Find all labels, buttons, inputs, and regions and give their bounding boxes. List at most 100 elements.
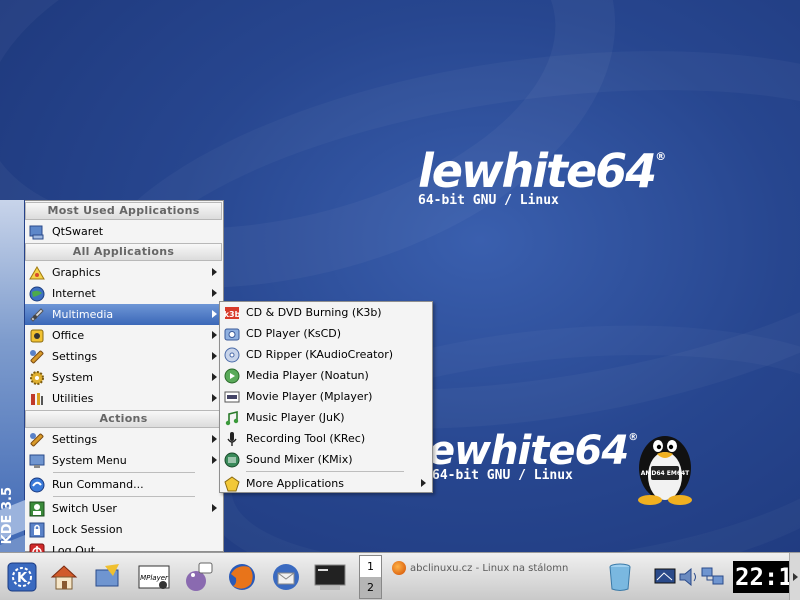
terminal-launcher[interactable] [314,561,346,593]
menu-header-most-used: Most Used Applications [25,202,222,220]
menu-item-office[interactable]: Office [25,325,223,346]
submenu-item-label: Recording Tool (KRec) [246,432,366,445]
menu-item-system[interactable]: System [25,367,223,388]
thunderbird-launcher[interactable] [270,561,302,593]
menu-item-settings[interactable]: Settings [25,346,223,367]
kmix-icon [223,451,240,468]
menu-item-label: Lock Session [52,523,123,536]
submenu-separator [246,471,404,472]
pidgin-launcher[interactable] [182,561,214,593]
pager-desktop-1[interactable]: 1 [360,556,381,577]
desktop-launcher[interactable] [92,561,124,593]
menu-item-utilities[interactable]: Utilities [25,388,223,409]
clock[interactable]: 22:1 [733,561,789,593]
krec-icon [223,430,240,447]
k3b-icon: k3b [223,304,240,321]
trash-applet[interactable] [604,561,636,593]
tux-penguin-icon: AMD64 EM64T [638,436,692,505]
menu-item-internet[interactable]: Internet [25,283,223,304]
submenu-item-juk[interactable]: Music Player (JuK) [220,407,432,428]
chevron-right-icon [212,435,217,443]
chevron-right-icon [212,504,217,512]
menu-item-label: System [52,371,94,384]
submenu-item-k3b[interactable]: k3b CD & DVD Burning (K3b) [220,302,432,323]
submenu-item-kmix[interactable]: Sound Mixer (KMix) [220,449,432,470]
firefox-favicon-icon [392,561,406,575]
chevron-right-icon [421,479,426,487]
submenu-item-kscd[interactable]: CD Player (KsCD) [220,323,432,344]
tux-badge: AMD64 EM64T [641,470,690,477]
trash-icon [609,563,631,591]
taskbar-window-button[interactable]: abclinuxu.cz - Linux na stálomn [392,557,592,579]
desktop-subtitle-top: 64-bit GNU / Linux [418,193,559,208]
menu-header-actions: Actions [25,410,222,428]
cd-ripper-icon [223,346,240,363]
kmenu: Most Used Applications QtSwaret All Appl… [25,200,224,558]
network-tray[interactable] [697,561,729,593]
kmenu-button[interactable]: K [6,561,38,593]
mplayer-launcher[interactable]: MPlayer [138,561,170,593]
run-command-icon [28,476,45,493]
system-menu-icon [28,452,45,469]
menu-item-label: Office [52,329,85,342]
lock-icon [28,521,45,538]
menu-item-system-menu[interactable]: System Menu [25,450,223,471]
submenu-item-label: CD Ripper (KAudioCreator) [246,348,394,361]
menu-item-action-settings[interactable]: Settings [25,429,223,450]
kde-logo-icon: K [7,562,37,592]
qtswaret-icon [28,223,45,240]
submenu-item-more-applications[interactable]: More Applications [220,473,432,494]
menu-item-graphics[interactable]: Graphics [25,262,223,283]
submenu-item-label: Movie Player (Mplayer) [246,390,373,403]
settings-wrench-icon [28,348,45,365]
mplayer-icon [223,388,240,405]
home-launcher[interactable] [48,561,80,593]
office-icon [28,327,45,344]
menu-item-label: Switch User [52,502,117,515]
menu-item-qtswaret[interactable]: QtSwaret [25,221,223,242]
taskbar-scroll-right-button[interactable] [789,553,800,600]
submenu-item-noatun[interactable]: Media Player (Noatun) [220,365,432,386]
chevron-right-icon [212,373,217,381]
submenu-item-label: More Applications [246,477,344,490]
multimedia-icon [28,306,45,323]
submenu-item-kaudiocreator[interactable]: CD Ripper (KAudioCreator) [220,344,432,365]
menu-item-multimedia[interactable]: Multimedia [25,304,223,325]
pager-desktop-2[interactable]: 2 [360,577,381,598]
menu-separator [53,472,195,473]
submenu-item-krec[interactable]: Recording Tool (KRec) [220,428,432,449]
show-desktop-icon [95,564,119,587]
network-icon [701,567,724,585]
chevron-right-icon [212,310,217,318]
taskbar-window-title: abclinuxu.cz - Linux na stálomn [410,562,569,574]
menu-item-lock-session[interactable]: Lock Session [25,519,223,540]
graphics-icon [28,264,45,281]
utilities-icon [28,390,45,407]
menu-item-label: System Menu [52,454,127,467]
noatun-icon [223,367,240,384]
multimedia-submenu: k3b CD & DVD Burning (K3b) CD Player (Ks… [219,301,433,493]
chevron-right-icon [212,352,217,360]
more-apps-icon [223,475,240,492]
menu-item-label: Utilities [52,392,94,405]
desktop-pager: 1 2 [359,555,382,599]
firefox-launcher[interactable] [226,561,258,593]
desktop-subtitle-bottom: 64-bit GNU / Linux [432,468,573,483]
menu-item-label: Internet [52,287,96,300]
menu-item-label: Multimedia [52,308,114,321]
menu-separator [53,496,195,497]
menu-item-label: Graphics [52,266,101,279]
submenu-item-label: Sound Mixer (KMix) [246,453,353,466]
home-icon [50,565,78,590]
menu-item-label: Settings [52,350,98,363]
cd-player-icon [223,325,240,342]
chevron-right-icon [212,331,217,339]
menu-item-switch-user[interactable]: Switch User [25,498,223,519]
internet-globe-icon [28,285,45,302]
thunderbird-icon [273,564,299,590]
submenu-item-label: CD & DVD Burning (K3b) [246,306,382,319]
kde-version-label: KDE 3.5 [0,486,15,544]
submenu-item-mplayer[interactable]: Movie Player (Mplayer) [220,386,432,407]
svg-text:k3b: k3b [224,310,240,319]
menu-item-run-command[interactable]: Run Command... [25,474,223,495]
